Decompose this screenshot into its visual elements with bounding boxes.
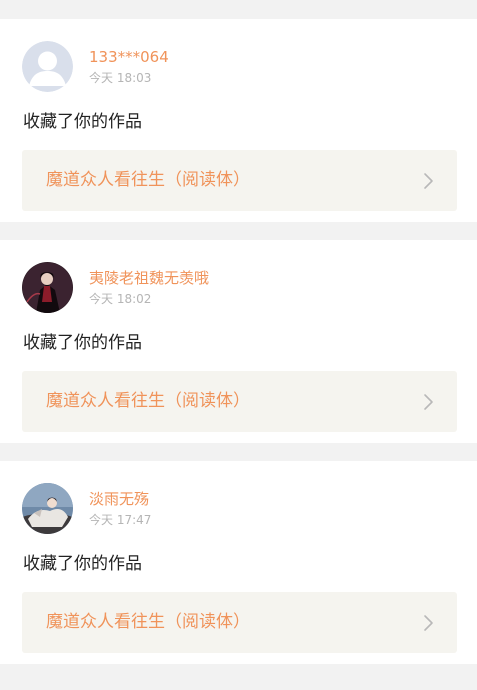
work-title: 魔道众人看往生（阅读体） <box>46 612 250 632</box>
action-text: 收藏了你的作品 <box>23 112 142 132</box>
anime-character-light-avatar <box>22 483 73 534</box>
work-title: 魔道众人看往生（阅读体） <box>46 391 250 411</box>
timestamp: 今天 18:02 <box>89 292 152 306</box>
action-text: 收藏了你的作品 <box>23 333 142 353</box>
chevron-right-icon <box>423 393 435 411</box>
action-text: 收藏了你的作品 <box>23 554 142 574</box>
chevron-right-icon <box>423 614 435 632</box>
username[interactable]: 淡雨无殇 <box>89 490 149 508</box>
username[interactable]: 夷陵老祖魏无羡哦 <box>89 269 209 287</box>
work-link[interactable]: 魔道众人看往生（阅读体） <box>22 371 457 432</box>
notification-card: 133***064 今天 18:03 收藏了你的作品 魔道众人看往生（阅读体） <box>0 19 477 222</box>
chevron-right-icon <box>423 172 435 190</box>
timestamp: 今天 18:03 <box>89 71 152 85</box>
work-title: 魔道众人看往生（阅读体） <box>46 170 250 190</box>
avatar[interactable] <box>22 41 73 92</box>
notification-card: 夷陵老祖魏无羡哦 今天 18:02 收藏了你的作品 魔道众人看往生（阅读体） <box>0 240 477 443</box>
timestamp: 今天 17:47 <box>89 513 152 527</box>
avatar[interactable] <box>22 483 73 534</box>
notification-card: 淡雨无殇 今天 17:47 收藏了你的作品 魔道众人看往生（阅读体） <box>0 461 477 664</box>
anime-character-dark-avatar <box>22 262 73 313</box>
default-user-icon <box>22 41 73 92</box>
username[interactable]: 133***064 <box>89 48 169 66</box>
work-link[interactable]: 魔道众人看往生（阅读体） <box>22 592 457 653</box>
work-link[interactable]: 魔道众人看往生（阅读体） <box>22 150 457 211</box>
avatar[interactable] <box>22 262 73 313</box>
notification-feed: 133***064 今天 18:03 收藏了你的作品 魔道众人看往生（阅读体） <box>0 0 477 690</box>
